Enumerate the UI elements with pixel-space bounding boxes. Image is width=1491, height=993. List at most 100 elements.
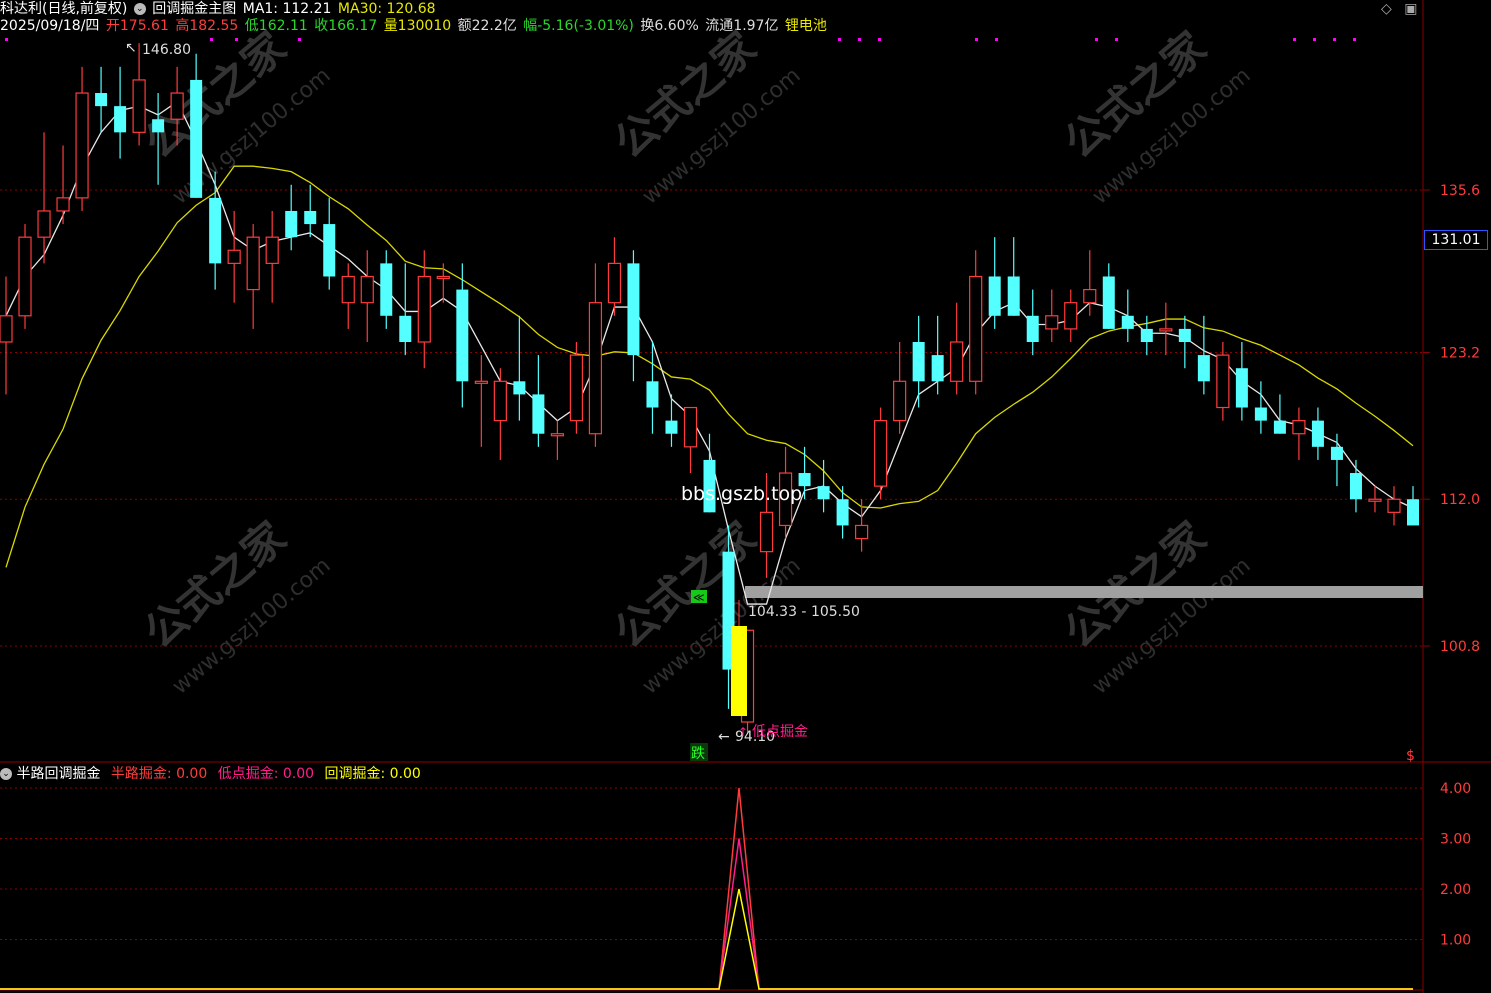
candle-body-down: [285, 210, 298, 238]
support-zone-label: 104.33 - 105.50: [748, 604, 860, 620]
price-axis-label: 135.6: [1440, 183, 1480, 199]
candle-body-down: [1102, 276, 1115, 329]
candle-body-up: [246, 236, 260, 291]
candle-body-up: [227, 249, 241, 264]
signal-dot: [858, 38, 861, 41]
price-axis-label: 123.2: [1440, 345, 1480, 361]
candle-body-down: [912, 342, 925, 382]
support-zone-bar[interactable]: [745, 586, 1423, 598]
candle-body-down: [399, 315, 412, 342]
low-arrow-icon: ←: [718, 729, 730, 745]
candle-body-up: [18, 236, 32, 317]
watermark-cn: 公式之家: [1055, 22, 1215, 168]
candle-body-down: [1178, 328, 1191, 342]
candle-body-up: [56, 197, 70, 212]
candle-body-down: [665, 420, 678, 434]
candle-body-up: [855, 524, 869, 540]
candle-body-down: [380, 263, 393, 316]
candle-body-up: [436, 275, 450, 280]
indicator-grid: [0, 787, 1423, 940]
candle-body-up: [950, 341, 964, 382]
price-axis-label: 100.8: [1440, 639, 1480, 655]
indicator-series-line: [0, 838, 1413, 990]
ind-axis-label: 2.00: [1440, 882, 1471, 898]
candle-body-up: [170, 92, 184, 120]
watermark-cn: 公式之家: [135, 512, 295, 658]
indicator-dropdown-icon[interactable]: ⌄: [0, 768, 12, 780]
ind-axis-label: 4.00: [1440, 781, 1471, 797]
candle-body-up: [265, 236, 279, 264]
candle-body-down: [1235, 368, 1248, 408]
candle-body-up: [607, 262, 622, 304]
indicator-header: ⌄ 半路回调掘金 半路掘金: 0.00 低点掘金: 0.00 回调掘金: 0.0…: [0, 764, 421, 784]
candle-body-down: [190, 79, 203, 198]
dollar-icon: $: [1406, 748, 1415, 764]
ind-axis-label: 1.00: [1440, 933, 1471, 949]
candle-body-up: [417, 275, 431, 343]
candle-body-up: [341, 275, 355, 304]
indicator-line3: 回调掘金: 0.00: [324, 766, 421, 782]
candle-body-down: [1140, 328, 1153, 342]
high-arrow-icon: ↖: [125, 40, 137, 56]
signal-dots: [5, 38, 1356, 41]
candle-body-up: [550, 433, 564, 437]
candle-body-up: [132, 79, 146, 133]
fall-badge: 跌: [691, 746, 705, 762]
candle-body-up: [1368, 498, 1382, 502]
candle-body-up: [493, 380, 507, 422]
indicator-name[interactable]: 半路回调掘金: [16, 766, 100, 782]
price-chart[interactable]: 公式之家www.gszj100.com 公式之家www.gszj100.com 公式…: [0, 0, 1491, 993]
candle-body-up: [1083, 288, 1097, 304]
signal-dot: [235, 38, 238, 41]
candle-body-up: [1387, 498, 1401, 513]
signal-label: 低点掘金: [752, 724, 808, 740]
forum-watermark: bbs.gszb.top: [681, 483, 802, 505]
candle-body-down: [1007, 276, 1020, 316]
candle-body-down: [532, 394, 545, 434]
candle-body-up: [874, 420, 888, 487]
candle-body-up: [569, 354, 584, 422]
watermark-cn: 公式之家: [605, 22, 765, 168]
signal-dot: [975, 38, 978, 41]
candle-body-up: [474, 380, 488, 384]
signal-dot: [1313, 38, 1316, 41]
indicator-line2: 低点掘金: 0.00: [217, 766, 315, 782]
candle-body-down: [95, 93, 108, 107]
candle-body-down: [1349, 473, 1362, 500]
candle-body-down: [1197, 355, 1210, 382]
candle-body-up: [683, 406, 698, 448]
candle-body-down: [931, 355, 944, 382]
candle-body-up: [1159, 328, 1173, 332]
signal-dot: [210, 38, 213, 41]
candle-body-up: [1064, 302, 1078, 330]
indicator-axis-labels: 4.00 3.00 2.00 1.00: [1440, 781, 1471, 949]
candle-body-down: [304, 210, 317, 225]
signal-arrow-icon: ↑: [738, 725, 748, 739]
candle-body-up: [1292, 420, 1306, 435]
candle-body-down: [323, 224, 336, 277]
candle-body-down: [1121, 315, 1134, 329]
candle-body-down: [1311, 420, 1324, 447]
buy-signal-glyph: ≪: [693, 591, 705, 604]
candle-body-down: [1026, 315, 1039, 342]
signal-dot: [1333, 38, 1336, 41]
candle-body-down: [152, 119, 165, 133]
candle-body-down: [817, 486, 830, 500]
signal-dot: [838, 38, 841, 41]
signal-dot: [1115, 38, 1118, 41]
candle-body-up: [75, 92, 89, 199]
signal-dot: [1353, 38, 1356, 41]
candle-body-down: [209, 197, 222, 264]
ind-axis-label: 3.00: [1440, 832, 1471, 848]
signal-yellow-bar: [731, 626, 747, 716]
candle-body-down: [513, 381, 526, 395]
candle-body-up: [588, 302, 603, 435]
watermark-cn: 公式之家: [1055, 512, 1215, 658]
candle-body-down: [1273, 420, 1286, 434]
candle-body-up: [759, 511, 774, 553]
candle-body-down: [836, 499, 849, 526]
candle-body-down: [456, 289, 469, 382]
signal-dot: [1293, 38, 1296, 41]
signal-dot: [995, 38, 998, 41]
price-axis-labels: 135.6 123.2 112.0 100.8: [1440, 183, 1480, 655]
